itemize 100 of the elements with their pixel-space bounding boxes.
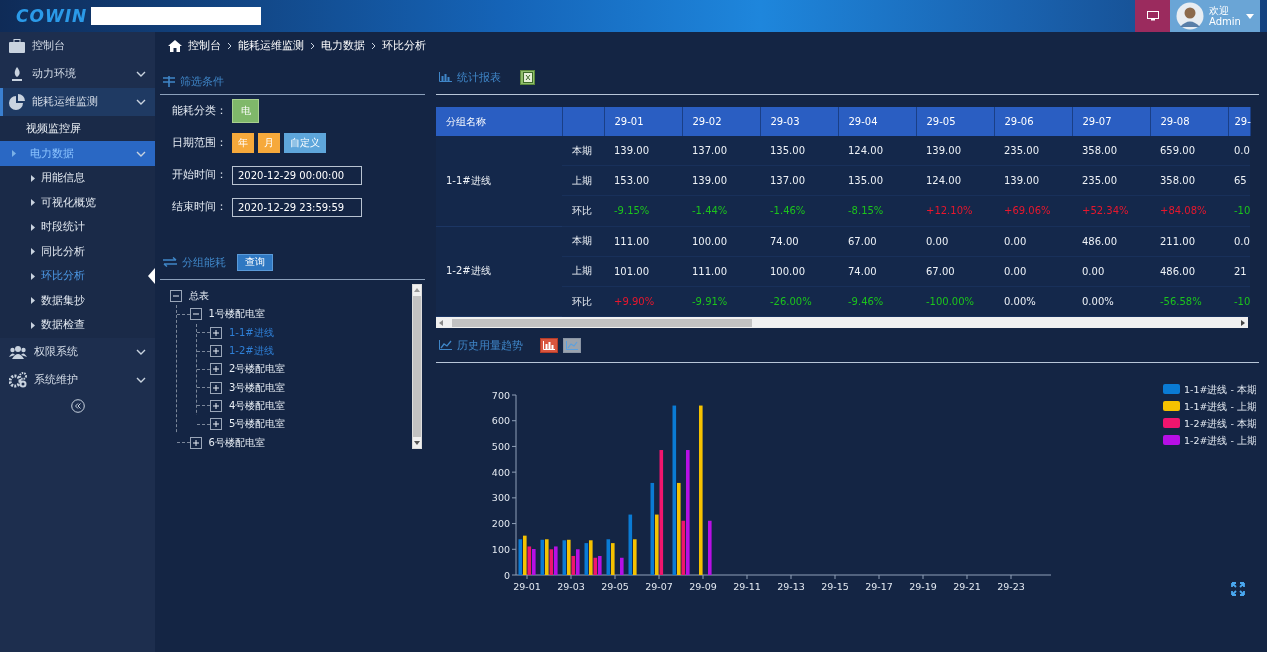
tree-item[interactable]: 3号楼配电室 (229, 380, 286, 395)
column-header: 29-03 (760, 107, 838, 136)
table-cell: -8.15% (838, 195, 916, 227)
line-chart-button[interactable] (563, 337, 581, 353)
axis-label: 29-13 (777, 581, 805, 593)
tree-item[interactable]: 2号楼配电室 (229, 362, 286, 377)
table-cell: 139.00 (604, 136, 682, 166)
table-cell: 153.00 (604, 165, 682, 196)
breadcrumb-link[interactable]: 控制台 (188, 39, 221, 53)
tree-item[interactable]: 总表 (189, 289, 209, 304)
collapse-icon[interactable] (170, 290, 182, 303)
tree-item[interactable]: 4号楼配电室 (229, 398, 286, 413)
field-label: 能耗分类： (172, 104, 228, 118)
nav-item[interactable]: 控制台 (0, 32, 155, 60)
nav-item[interactable]: 视频监控屏 (0, 116, 155, 141)
axis-label: 29-01 (513, 581, 541, 593)
expand-icon[interactable] (210, 399, 222, 412)
axis-label: 29-19 (909, 581, 937, 593)
column-header: 29-07 (1072, 107, 1150, 136)
flame-icon (9, 66, 25, 82)
table-cell: 486.00 (1150, 256, 1228, 287)
nav-label: 可视化概览 (41, 195, 96, 210)
query-button[interactable]: 查询 (237, 253, 273, 271)
scrollbar[interactable] (412, 284, 422, 449)
chevron-icon (310, 42, 315, 50)
gears-icon (9, 371, 27, 388)
home-icon[interactable] (168, 40, 182, 52)
nav-item[interactable]: 数据检查 (0, 313, 155, 338)
column-header: 29-08 (1150, 107, 1228, 136)
axis-label: 29-03 (557, 581, 585, 593)
tree-item[interactable]: 6号楼配电室 (208, 435, 265, 450)
collapse-button[interactable] (70, 398, 85, 413)
table-cell: 0.00 (994, 256, 1072, 287)
scrollbar[interactable] (436, 317, 1248, 329)
table-cell: 本期 (562, 226, 604, 257)
axis-label: 100 (491, 543, 510, 555)
table-cell: -9.91% (682, 286, 760, 317)
nav-item[interactable]: 动力环境 (0, 60, 155, 88)
user-name: Admin (1209, 16, 1241, 27)
expand-icon[interactable] (210, 345, 222, 358)
tree-item[interactable]: 1-1#进线 (229, 325, 274, 340)
table-cell: -26.00% (760, 286, 838, 317)
table-cell: 0.00 (916, 226, 994, 257)
nav-label: 能耗运维监测 (32, 95, 99, 109)
table-cell: 0.0 (1228, 226, 1250, 257)
table-cell: 358.00 (1072, 136, 1150, 166)
nav-item[interactable]: 数据集抄 (0, 288, 155, 313)
tree-item[interactable]: 1号楼配电室 (208, 307, 265, 322)
column-header: 29-06 (994, 107, 1072, 136)
chevron-icon (371, 42, 376, 50)
table-cell: 211.00 (1150, 226, 1228, 257)
section-title: 统计报表 (457, 69, 501, 85)
table-cell: 124.00 (916, 165, 994, 196)
expand-icon[interactable] (210, 326, 222, 339)
screen-button[interactable] (1135, 0, 1170, 32)
nav-label: 数据检查 (41, 318, 85, 333)
legend-label: 1-1#进线 - 本期 (1184, 384, 1256, 396)
right-arrow-icon[interactable] (1241, 319, 1245, 326)
breadcrumb-link[interactable]: 电力数据 (321, 39, 365, 53)
table-cell: 137.00 (760, 165, 838, 196)
caret-icon (31, 223, 35, 231)
tree-item[interactable]: 1-2#进线 (229, 344, 274, 359)
bar-chart-icon (439, 72, 452, 82)
nav-item[interactable]: 权限系统 (0, 337, 155, 366)
expand-icon[interactable] (189, 436, 202, 449)
section-title: 历史用量趋势 (457, 337, 523, 353)
nav-item[interactable]: 同比分析 (0, 239, 155, 264)
fullscreen-icon[interactable] (1231, 582, 1245, 597)
axis-label: 29-17 (865, 581, 893, 593)
nav-item[interactable]: 环比分析 (0, 264, 155, 289)
axis-label: 29-11 (733, 581, 761, 593)
table-cell: 124.00 (838, 136, 916, 166)
nav-item[interactable]: 时段统计 (0, 215, 155, 240)
nav-item[interactable]: 可视化概览 (0, 190, 155, 215)
export-button[interactable] (520, 69, 535, 85)
nav-item[interactable]: 能耗运维监测 (0, 88, 155, 116)
expand-icon[interactable] (210, 363, 222, 376)
breadcrumb-link[interactable]: 能耗运维监测 (238, 39, 304, 53)
caret-icon (31, 297, 35, 305)
collapse-icon[interactable] (189, 308, 202, 321)
expand-icon[interactable] (210, 381, 222, 394)
caret-icon (31, 174, 35, 182)
down-arrow-icon[interactable] (414, 441, 420, 445)
left-arrow-icon[interactable] (439, 319, 443, 326)
nav-label: 权限系统 (34, 344, 79, 359)
axis-label: 29-07 (645, 581, 673, 593)
table-cell: 101.00 (604, 256, 682, 287)
expand-icon[interactable] (210, 418, 222, 431)
breadcrumb-link[interactable]: 环比分析 (382, 39, 426, 53)
table-cell: 100.00 (682, 226, 760, 257)
table-cell: 111.00 (604, 226, 682, 257)
start-time-field[interactable]: 2020-12-29 00:00:00 (232, 165, 362, 185)
tree-item[interactable]: 5号楼配电室 (229, 417, 286, 432)
table-cell: 65 (1228, 165, 1250, 196)
bar-chart-button[interactable] (540, 337, 558, 353)
nav-item[interactable]: 系统维护 (0, 365, 155, 394)
bar-chart-icon (543, 340, 555, 350)
nav-item[interactable]: 用能信息 (0, 166, 155, 191)
end-time-field[interactable]: 2020-12-29 23:59:59 (232, 197, 362, 217)
table-cell: +52.34% (1072, 195, 1150, 227)
